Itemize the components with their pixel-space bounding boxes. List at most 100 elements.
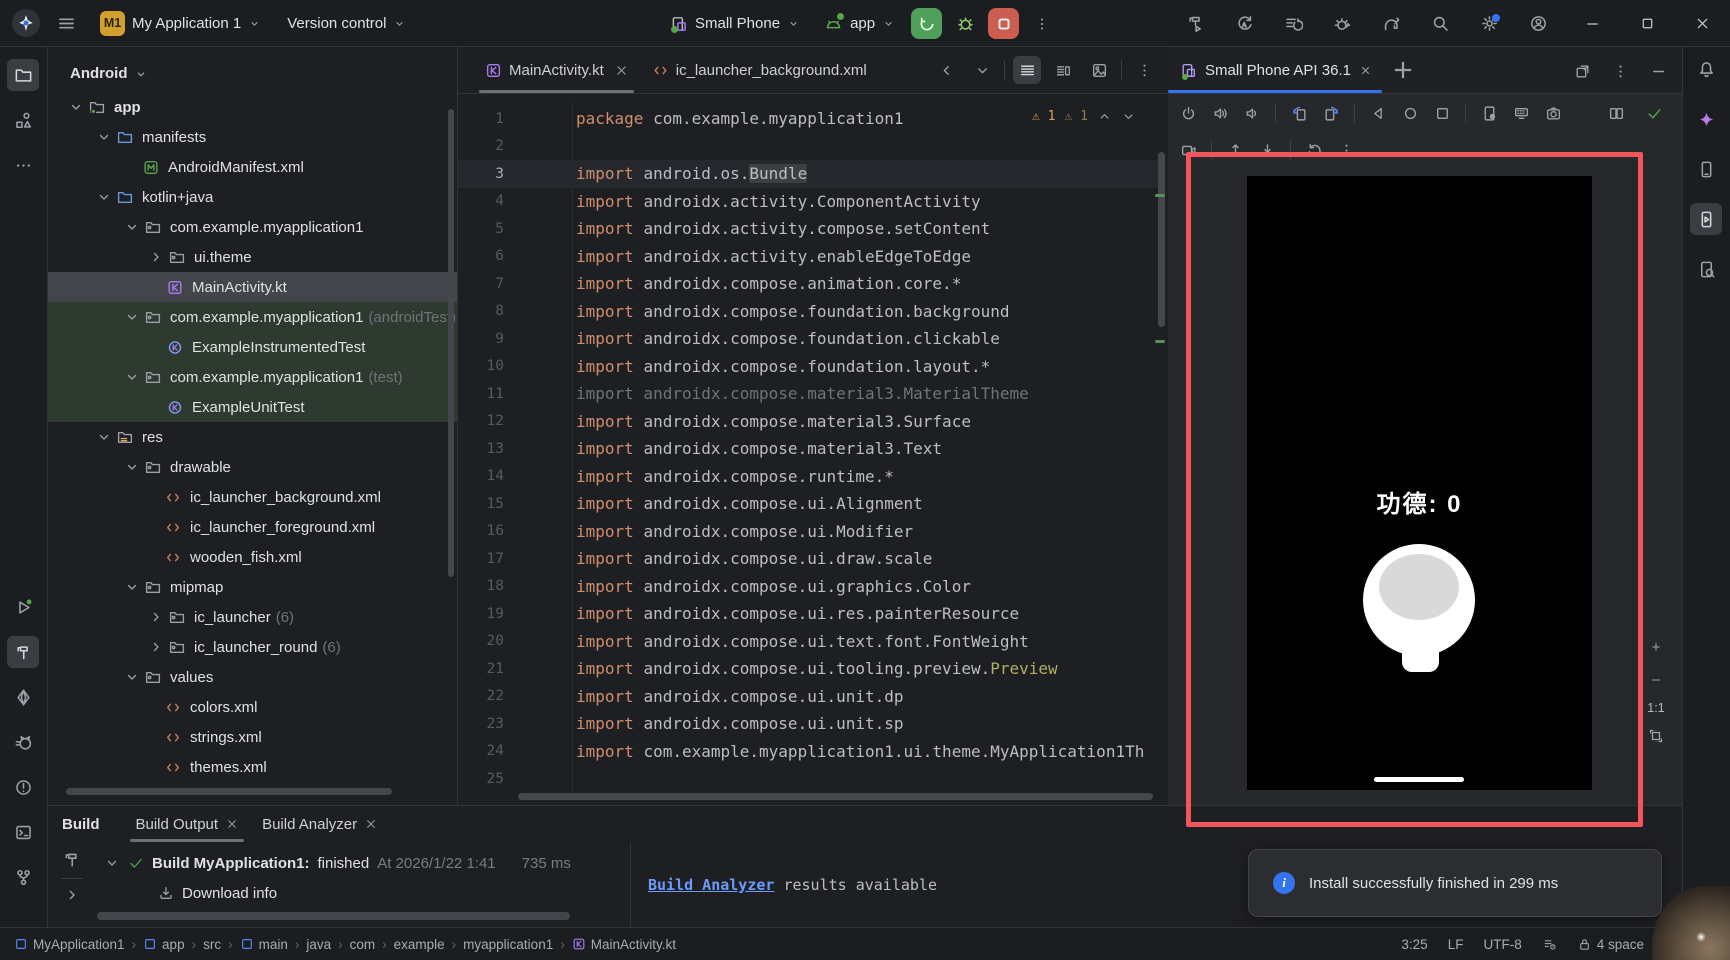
tree-item-drawable[interactable]: drawable	[48, 452, 457, 482]
tree-item-com-example-myapplication1[interactable]: com.example.myapplication1(androidTest)	[48, 302, 457, 332]
editor-vertical-scrollbar[interactable]	[1158, 152, 1165, 327]
code-editor[interactable]: 1package com.example.myapplication123imp…	[458, 94, 1168, 805]
close-icon[interactable]	[615, 64, 628, 77]
code-line-23[interactable]: 23import androidx.compose.ui.unit.sp	[458, 710, 1158, 738]
tool-window-button-running-devices[interactable]	[1690, 203, 1722, 235]
main-menu-button[interactable]	[50, 7, 82, 39]
code-line-24[interactable]: 24import com.example.myapplication1.ui.t…	[458, 738, 1158, 766]
close-icon[interactable]	[226, 818, 238, 830]
tool-window-button-project[interactable]	[7, 59, 39, 91]
code-line-11[interactable]: 11import androidx.compose.material3.Mate…	[458, 380, 1158, 408]
build-project-button[interactable]	[1181, 10, 1209, 38]
vcs-widget[interactable]: Version control	[279, 10, 414, 37]
breadcrumb-myapplication1[interactable]: myapplication1	[463, 937, 553, 952]
project-horizontal-scrollbar[interactable]	[66, 788, 392, 795]
close-icon[interactable]	[1359, 64, 1372, 77]
debug-button[interactable]	[950, 9, 980, 39]
close-button[interactable]	[1675, 0, 1730, 46]
tree-item-manifests[interactable]: manifests	[48, 122, 457, 152]
device-panel-open-window-button[interactable]	[1568, 57, 1596, 85]
device-nav-back-button[interactable]	[1364, 99, 1392, 127]
search-button[interactable]	[1426, 10, 1454, 38]
zoom-fit-button[interactable]	[1644, 724, 1668, 748]
tree-item-androidmanifest-xml[interactable]: AndroidManifest.xml	[48, 152, 457, 182]
code-line-6[interactable]: 6import androidx.activity.enableEdgeToEd…	[458, 243, 1158, 271]
build-tree-child-row[interactable]: Download info	[104, 878, 571, 908]
tool-window-button-terminal[interactable]	[7, 816, 39, 848]
tool-window-button-gemini[interactable]	[7, 681, 39, 713]
tree-item-exampleinstrumentedtest[interactable]: ExampleInstrumentedTest	[48, 332, 457, 362]
tree-item-strings-xml[interactable]: strings.xml	[48, 722, 457, 752]
tree-item-app[interactable]: app	[48, 92, 457, 122]
tree-item-ic-launcher-background-xml[interactable]: ic_launcher_background.xml	[48, 482, 457, 512]
code-line-4[interactable]: 4import androidx.activity.ComponentActiv…	[458, 188, 1158, 216]
tree-item-mipmap[interactable]: mipmap	[48, 572, 457, 602]
project-view-selector[interactable]: Android	[48, 47, 457, 92]
project-vertical-scrollbar[interactable]	[448, 109, 454, 577]
tool-window-button-app-quality-insights[interactable]	[7, 726, 39, 758]
device-nav-home-button[interactable]	[1396, 99, 1424, 127]
add-device-tab-button[interactable]	[1390, 57, 1416, 83]
tree-item-com-example-myapplication1[interactable]: com.example.myapplication1(test)	[48, 362, 457, 392]
breadcrumb-com[interactable]: com	[350, 937, 376, 952]
maximize-button[interactable]	[1620, 0, 1675, 46]
chevron-up-button[interactable]	[1097, 109, 1112, 124]
device-device-ok-button[interactable]	[1640, 99, 1668, 127]
build-horizontal-scrollbar[interactable]	[97, 912, 570, 920]
breadcrumb-example[interactable]: example	[394, 937, 445, 952]
tool-window-button-notifications[interactable]	[1690, 53, 1722, 85]
code-view-button[interactable]	[1013, 56, 1041, 84]
device-rotate-right-button[interactable]	[1317, 99, 1345, 127]
tree-item-kotlin-java[interactable]: kotlin+java	[48, 182, 457, 212]
breadcrumb-src[interactable]: src	[203, 937, 221, 952]
tool-window-button-run[interactable]	[7, 591, 39, 623]
expand-console-icon[interactable]	[64, 887, 80, 903]
gradle-sync-button[interactable]	[1377, 10, 1405, 38]
breadcrumb-app[interactable]: app	[143, 937, 185, 952]
indent-widget[interactable]: 4 space	[1577, 937, 1644, 952]
inspections-status-icon[interactable]	[1542, 937, 1557, 952]
encoding-widget[interactable]: UTF-8	[1483, 937, 1521, 952]
code-line-18[interactable]: 18import androidx.compose.ui.graphics.Co…	[458, 573, 1158, 601]
minimize-button[interactable]	[1565, 0, 1620, 46]
sync-button[interactable]	[1230, 10, 1258, 38]
code-line-7[interactable]: 7import androidx.compose.animation.core.…	[458, 270, 1158, 298]
rerun-app-button[interactable]	[911, 8, 942, 39]
tool-window-button-build[interactable]	[7, 636, 39, 668]
device-keyboard-button[interactable]	[1507, 99, 1535, 127]
tool-window-button-device-manager[interactable]	[1690, 153, 1722, 185]
code-line-10[interactable]: 10import androidx.compose.foundation.lay…	[458, 353, 1158, 381]
build-tab-build-output[interactable]: Build Output	[126, 807, 249, 842]
device-screenshot-button[interactable]	[1539, 99, 1567, 127]
code-line-2[interactable]: 2	[458, 133, 1158, 161]
device-volume-down-button[interactable]	[1238, 99, 1266, 127]
code-line-22[interactable]: 22import androidx.compose.ui.unit.dp	[458, 683, 1158, 711]
code-line-19[interactable]: 19import androidx.compose.ui.res.painter…	[458, 600, 1158, 628]
editor-options-button[interactable]	[1130, 56, 1158, 84]
device-selector[interactable]: Small Phone	[662, 10, 808, 38]
code-line-3[interactable]: 3import android.os.Bundle	[458, 160, 1158, 188]
code-line-15[interactable]: 15import androidx.compose.ui.Alignment	[458, 490, 1158, 518]
device-nav-overview-button[interactable]	[1428, 99, 1456, 127]
task-history-button[interactable]	[1279, 10, 1307, 38]
device-volume-up-button[interactable]	[1206, 99, 1234, 127]
attach-debugger-button[interactable]	[1328, 10, 1356, 38]
breadcrumb-mainactivity.kt[interactable]: MainActivity.kt	[572, 937, 676, 952]
device-phone-settings-button[interactable]	[1475, 99, 1503, 127]
tool-window-button-more[interactable]	[7, 149, 39, 181]
project-selector[interactable]: M1 My Application 1	[92, 6, 269, 41]
device-tab[interactable]: Small Phone API 36.1	[1168, 47, 1382, 93]
code-line-25[interactable]: 25	[458, 765, 1158, 793]
device-compare-screens-button[interactable]	[1602, 99, 1630, 127]
build-hammer-icon[interactable]	[62, 850, 82, 870]
zoom-actual-size-button[interactable]: 1:1	[1647, 701, 1664, 715]
build-analyzer-link[interactable]: Build Analyzer	[648, 876, 774, 894]
code-line-17[interactable]: 17import androidx.compose.ui.draw.scale	[458, 545, 1158, 573]
code-line-8[interactable]: 8import androidx.compose.foundation.back…	[458, 298, 1158, 326]
zoom-out-button[interactable]: −	[1644, 668, 1668, 692]
tree-item-mainactivity-kt[interactable]: MainActivity.kt	[48, 272, 457, 302]
tree-item-ic-launcher[interactable]: ic_launcher(6)	[48, 602, 457, 632]
tree-item-themes-xml[interactable]: themes.xml	[48, 752, 457, 782]
editor-tab-ic_launcher_background.xml[interactable]: ic_launcher_background.xml	[640, 47, 879, 93]
tree-item-ic-launcher-foreground-xml[interactable]: ic_launcher_foreground.xml	[48, 512, 457, 542]
